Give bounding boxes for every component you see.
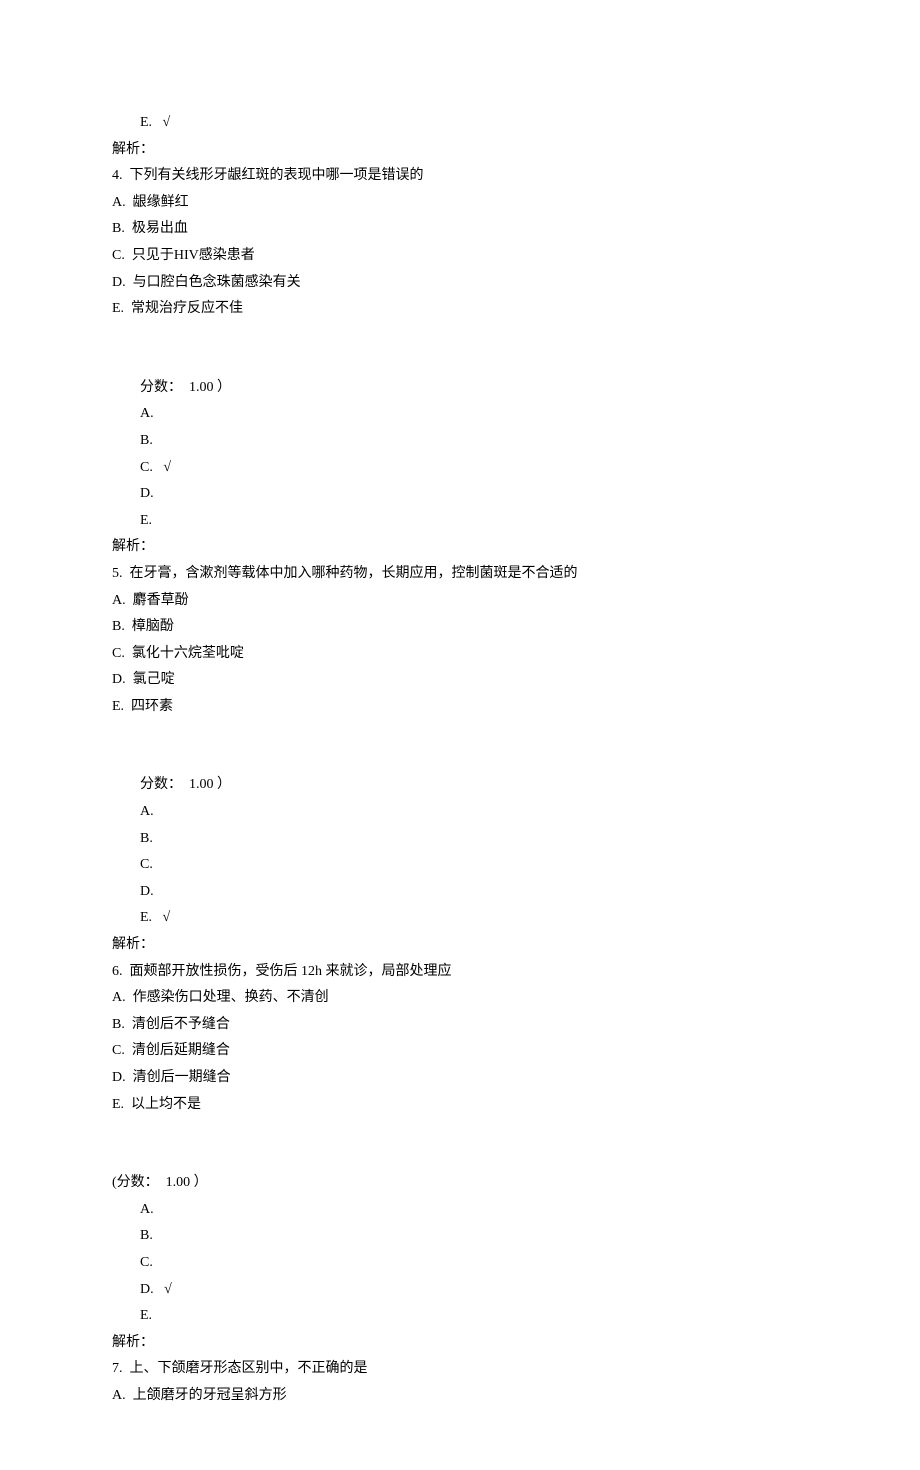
q5-score: 分数： 1.00 ） xyxy=(112,772,808,799)
q6-num: 6. xyxy=(112,964,123,979)
q5-answer-B: B. xyxy=(112,826,808,853)
q4-answer-E: E. xyxy=(112,508,808,535)
q5-answer-E: E. √ xyxy=(112,905,808,932)
q6-option-C: C. 清创后延期缝合 xyxy=(112,1038,808,1065)
q5-option-B: B. 樟脑酚 xyxy=(112,614,808,641)
q5-analysis-label: 解析： xyxy=(112,932,808,959)
q4-option-C: C. 只见于HIV感染患者 xyxy=(112,243,808,270)
q4-answer-B: B. xyxy=(112,428,808,455)
q7-option-A: A. 上颌磨牙的牙冠呈斜方形 xyxy=(112,1383,808,1410)
q5-option-D: D. 氯己啶 xyxy=(112,667,808,694)
q6-option-D: D. 清创后一期缝合 xyxy=(112,1065,808,1092)
q4-answer-A: A. xyxy=(112,401,808,428)
q4-answer-C: C. √ xyxy=(112,455,808,482)
q5-answer-D: D. xyxy=(112,879,808,906)
q6-answer-D: D. √ xyxy=(112,1277,808,1304)
q6-answer-C: C. xyxy=(112,1250,808,1277)
q4-option-A: A. 龈缘鲜红 xyxy=(112,190,808,217)
q6-option-A: A. 作感染伤口处理、换药、不清创 xyxy=(112,985,808,1012)
q4-score: 分数： 1.00 ） xyxy=(112,375,808,402)
q5-option-C: C. 氯化十六烷荃吡啶 xyxy=(112,641,808,668)
q6-answer-A: A. xyxy=(112,1197,808,1224)
q5-answer-C: C. xyxy=(112,852,808,879)
q5-stem-text: 在牙膏，含漱剂等载体中加入哪种药物，长期应用，控制菌斑是不合适的 xyxy=(130,566,578,581)
q4-answer-D: D. xyxy=(112,481,808,508)
q5-option-A: A. 麝香草酚 xyxy=(112,588,808,615)
q6-score: (分数： 1.00 ） xyxy=(112,1170,808,1197)
q5-stem: 5. 在牙膏，含漱剂等载体中加入哪种药物，长期应用，控制菌斑是不合适的 xyxy=(112,561,808,588)
q5-num: 5. xyxy=(112,566,123,581)
q6-option-E: E. 以上均不是 xyxy=(112,1092,808,1119)
q7-stem-text: 上、下颌磨牙形态区别中，不正确的是 xyxy=(130,1361,368,1376)
q3-answer-E: E. √ xyxy=(112,110,808,137)
q6-answer-B: B. xyxy=(112,1223,808,1250)
q7-stem: 7. 上、下颌磨牙形态区别中，不正确的是 xyxy=(112,1356,808,1383)
q6-stem: 6. 面颊部开放性损伤，受伤后 12h 来就诊，局部处理应 xyxy=(112,959,808,986)
q6-stem-text: 面颊部开放性损伤，受伤后 12h 来就诊，局部处理应 xyxy=(130,964,452,979)
q5-option-E: E. 四环素 xyxy=(112,694,808,721)
q5-answer-A: A. xyxy=(112,799,808,826)
q4-option-B: B. 极易出血 xyxy=(112,216,808,243)
q4-num: 4. xyxy=(112,168,123,183)
q6-analysis-label: 解析： xyxy=(112,1330,808,1357)
q4-option-D: D. 与口腔白色念珠菌感染有关 xyxy=(112,270,808,297)
q6-answer-E: E. xyxy=(112,1303,808,1330)
q4-stem: 4. 下列有关线形牙龈红斑的表现中哪一项是错误的 xyxy=(112,163,808,190)
q6-option-B: B. 清创后不予缝合 xyxy=(112,1012,808,1039)
q4-stem-text: 下列有关线形牙龈红斑的表现中哪一项是错误的 xyxy=(130,168,424,183)
q7-num: 7. xyxy=(112,1361,123,1376)
q4-option-E: E. 常规治疗反应不佳 xyxy=(112,296,808,323)
q4-analysis-label: 解析： xyxy=(112,534,808,561)
q3-analysis-label: 解析： xyxy=(112,137,808,164)
